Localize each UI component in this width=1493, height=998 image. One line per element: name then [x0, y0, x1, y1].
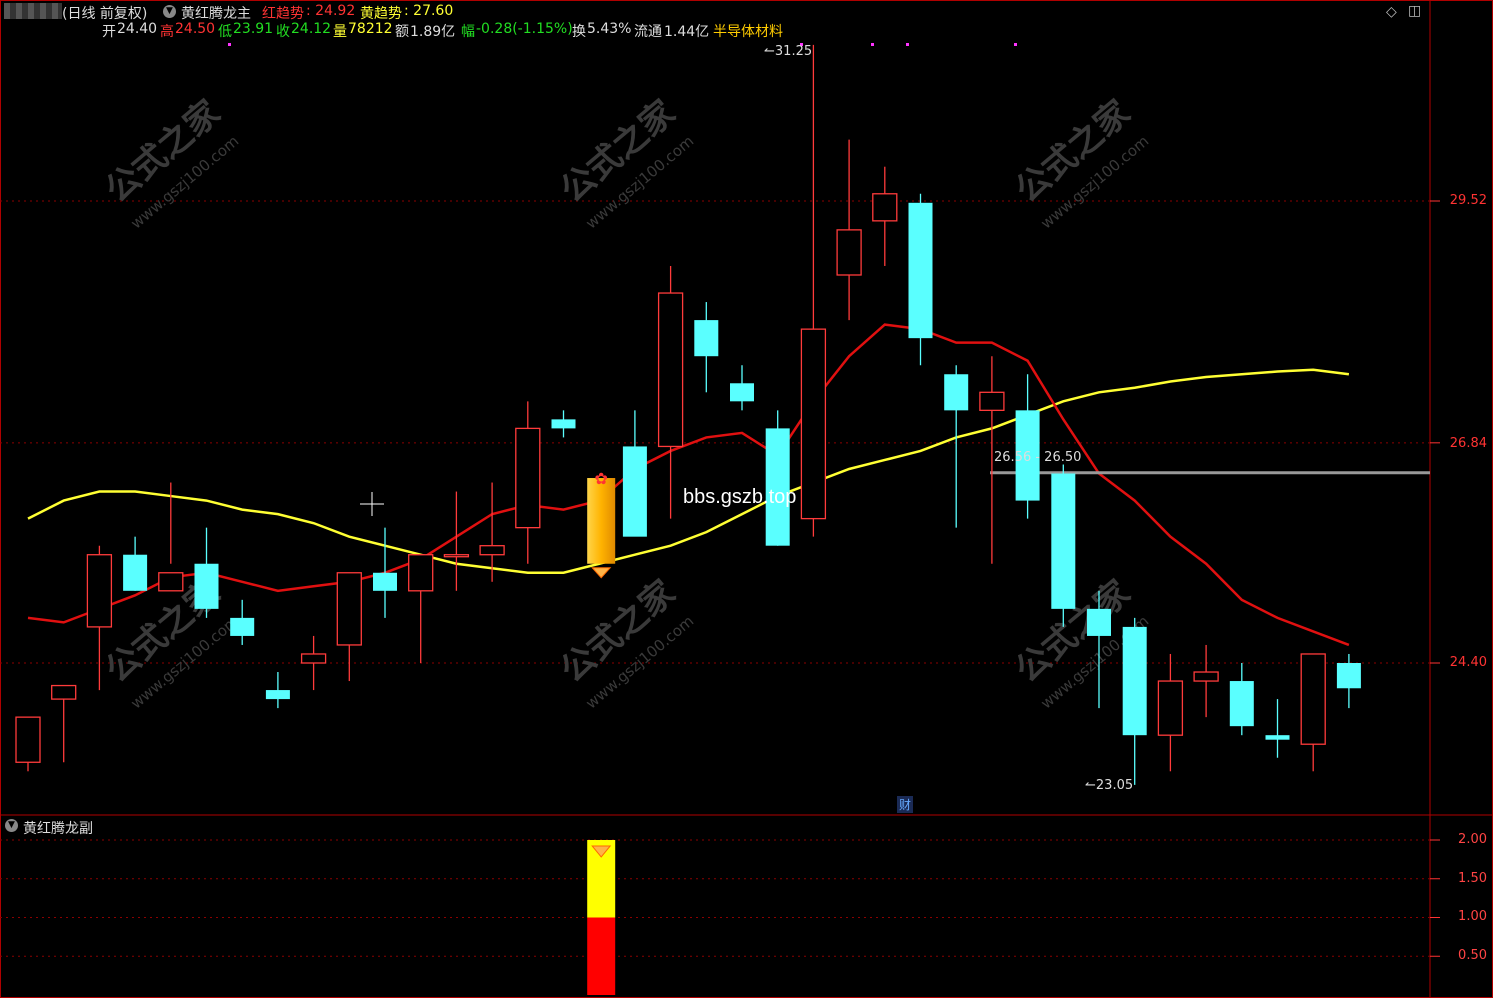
open-label: 开	[102, 24, 116, 40]
chevron-down-icon[interactable]: ▼	[163, 4, 176, 18]
candle-body-down	[1336, 663, 1361, 689]
float-value: 1.44亿	[664, 24, 710, 40]
candle-body-up	[1157, 680, 1184, 736]
candle-body-up	[836, 229, 862, 276]
volume-value: 78212	[348, 21, 393, 37]
candle-body-up	[86, 554, 113, 628]
yellow-trend-label: 黄趋势	[360, 6, 402, 22]
price-axis-label: 24.40	[1449, 655, 1487, 670]
price-range-label: 26.56 - 26.50	[994, 450, 1082, 465]
high-marker: ↼31.25	[764, 44, 813, 59]
candle-body-up	[336, 572, 362, 646]
change-value: -0.28(-1.15%)	[476, 21, 573, 37]
turnover-value: 5.43%	[587, 21, 632, 37]
sub-axis-label: 2.00	[1458, 832, 1487, 847]
candle-body-down	[265, 690, 290, 700]
candle-body-down	[622, 446, 647, 537]
candle-body-up	[515, 427, 541, 529]
signal-bar	[587, 478, 616, 564]
candle-body-down	[1087, 608, 1111, 636]
change-label: 幅	[461, 24, 475, 40]
period-label: (日线 前复权)	[62, 6, 148, 22]
candle-body-up	[1193, 671, 1219, 682]
red-trend-label: 红趋势	[262, 6, 304, 22]
sub-axis-label: 1.50	[1458, 871, 1487, 886]
amount-label: 额	[395, 24, 409, 40]
candle-body-up	[657, 292, 684, 448]
candle-body-up	[479, 545, 505, 556]
finance-badge[interactable]: 财	[897, 796, 914, 813]
yellow-trend-value: : 27.60	[404, 3, 454, 19]
candle-body-up	[1300, 653, 1326, 745]
candle-body-down	[1265, 735, 1290, 740]
sector-label[interactable]: 半导体材料	[713, 21, 783, 41]
candle-body-down	[1122, 626, 1147, 736]
sub-indicator-name[interactable]: 黄红腾龙副	[23, 818, 93, 838]
candle-body-down	[551, 419, 576, 429]
candle-body-down	[1229, 681, 1254, 727]
candle-body-down	[694, 320, 719, 357]
float-label: 流通	[634, 24, 662, 40]
candle-body-up	[158, 572, 184, 592]
sub-bar-red	[587, 917, 616, 995]
low-marker: ↼23.05	[1085, 778, 1134, 793]
signal-dot	[228, 43, 231, 46]
sub-axis-label: 0.50	[1458, 948, 1487, 963]
candle-body-down	[908, 202, 933, 339]
close-label: 收	[276, 24, 290, 40]
candle-body-down	[230, 617, 255, 636]
candle-body-up	[443, 554, 470, 558]
candle-body-up	[300, 653, 327, 664]
signal-dot	[906, 43, 909, 46]
candle-body-up	[15, 716, 41, 763]
low-value: 23.91	[233, 21, 274, 37]
price-axis-label: 29.52	[1449, 193, 1487, 208]
candle-body-down	[1051, 473, 1076, 609]
chevron-down-icon[interactable]: ▼	[5, 819, 18, 832]
candle-body-down	[123, 554, 148, 591]
candle-body-up	[872, 193, 898, 222]
main-indicator-name[interactable]: 黄红腾龙主	[181, 3, 251, 23]
volume-label: 量	[333, 24, 347, 40]
low-label: 低	[218, 24, 232, 40]
candle-body-down	[373, 572, 397, 591]
diamond-toggle-icon[interactable]: ◇	[1386, 4, 1397, 20]
candle-body-down	[944, 374, 969, 411]
sub-indicator-dropdown[interactable]: ▼	[5, 818, 18, 833]
amount-value: 1.89亿	[410, 24, 456, 40]
signal-flower-icon: ✿	[594, 469, 607, 488]
watermark-text: bbs.gszb.top	[683, 486, 797, 508]
candle-body-up	[979, 391, 1005, 411]
candle-body-up	[408, 554, 434, 592]
high-label: 高	[160, 24, 174, 40]
high-value: 24.50	[175, 21, 216, 37]
candle-body-up	[51, 684, 77, 700]
signal-dot	[871, 43, 874, 46]
red-trend-value: : 24.92	[306, 3, 356, 19]
sub-axis-label: 1.00	[1458, 909, 1487, 924]
price-axis-label: 26.84	[1449, 436, 1487, 451]
signal-dot	[1014, 43, 1017, 46]
stock-name-blurred	[4, 3, 62, 19]
turnover-label: 换	[572, 24, 586, 40]
candle-body-down	[194, 563, 219, 609]
candle-body-up	[800, 328, 827, 520]
indicator-dropdown[interactable]: ▼	[163, 3, 176, 19]
window-toggle-icon[interactable]: ◫	[1408, 3, 1421, 19]
open-value: 24.40	[117, 21, 158, 37]
close-value: 24.12	[291, 21, 332, 37]
candle-body-down	[730, 383, 754, 402]
